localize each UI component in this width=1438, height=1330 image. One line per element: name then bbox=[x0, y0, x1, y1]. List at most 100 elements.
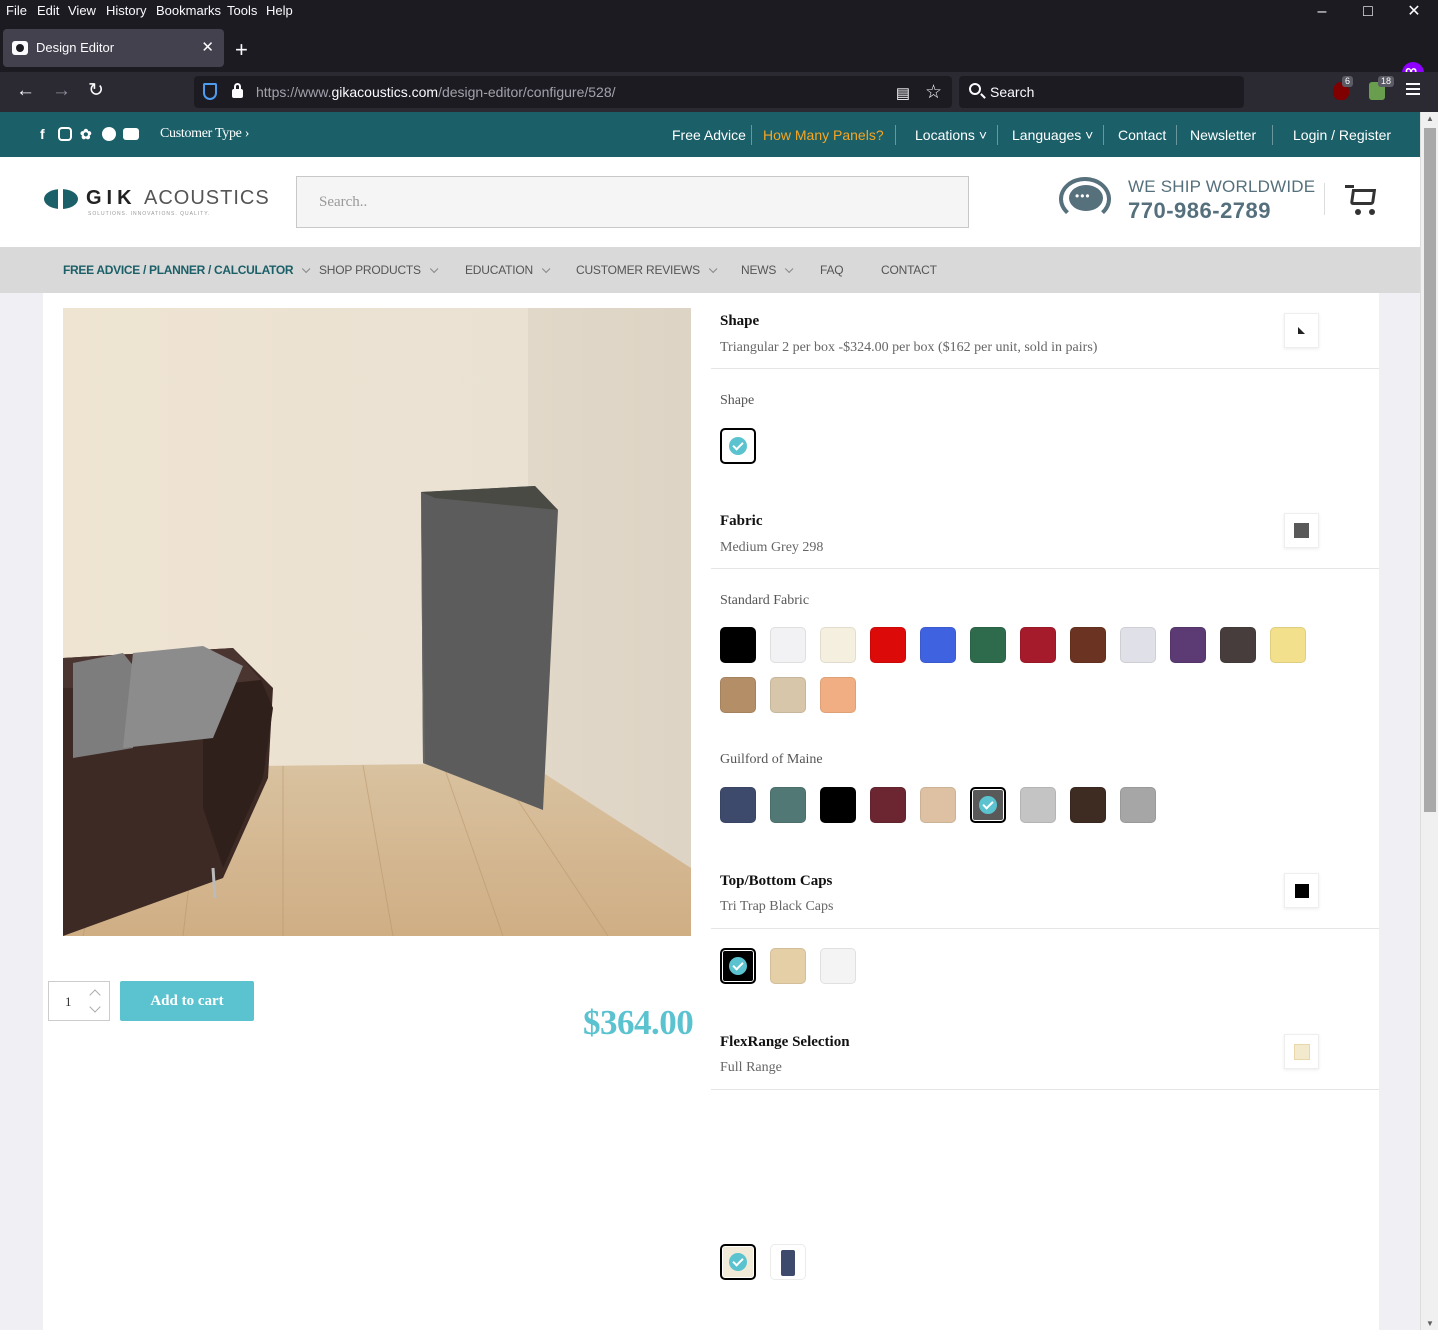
standard-fabric-swatch[interactable] bbox=[720, 677, 756, 713]
scroll-down-icon[interactable]: ▼ bbox=[1426, 1319, 1434, 1328]
guilford-fabric-swatch[interactable] bbox=[1020, 787, 1056, 823]
standard-fabric-swatch[interactable] bbox=[770, 627, 806, 663]
ublock-origin-icon[interactable]: 6 bbox=[1333, 76, 1354, 100]
add-to-cart-button[interactable]: Add to cart bbox=[120, 981, 254, 1021]
standard-fabric-swatch[interactable] bbox=[1070, 627, 1106, 663]
contact-link[interactable]: Contact bbox=[1118, 127, 1166, 143]
guilford-fabric-swatch[interactable] bbox=[1120, 787, 1156, 823]
scrollbar-thumb[interactable] bbox=[1424, 128, 1436, 812]
menu-tools[interactable]: Tools bbox=[227, 3, 257, 18]
new-tab-icon[interactable]: + bbox=[235, 39, 248, 61]
standard-fabric-swatch[interactable] bbox=[920, 627, 956, 663]
nav-shop-products[interactable]: SHOP PRODUCTS bbox=[319, 263, 439, 277]
languages-dropdown[interactable]: Languages ˅ bbox=[1012, 127, 1093, 143]
flexrange-preview-icon[interactable] bbox=[1284, 1034, 1319, 1069]
flexrange-swatch-full[interactable] bbox=[720, 1244, 756, 1280]
shape-preview-icon[interactable] bbox=[1284, 313, 1319, 348]
menu-history[interactable]: History bbox=[106, 3, 146, 18]
nav-news[interactable]: NEWS bbox=[741, 263, 794, 277]
quantity-stepper[interactable]: 1 bbox=[48, 981, 110, 1021]
nav-education[interactable]: EDUCATION bbox=[465, 263, 551, 277]
menu-view[interactable]: View bbox=[68, 3, 96, 18]
menu-edit[interactable]: Edit bbox=[37, 3, 59, 18]
maximize-icon[interactable]: □ bbox=[1356, 2, 1380, 22]
standard-fabric-swatch[interactable] bbox=[1170, 627, 1206, 663]
standard-fabric-swatch[interactable] bbox=[1020, 627, 1056, 663]
app-menu-icon[interactable] bbox=[1406, 83, 1420, 98]
caps-preview-swatch[interactable] bbox=[1284, 873, 1319, 908]
close-tab-icon[interactable]: ✕ bbox=[201, 38, 214, 56]
standard-fabric-swatch[interactable] bbox=[1270, 627, 1306, 663]
lock-icon[interactable] bbox=[232, 83, 243, 98]
standard-fabric-swatch[interactable] bbox=[870, 627, 906, 663]
url-text[interactable]: https://www.gikacoustics.com/design-edit… bbox=[256, 84, 616, 100]
guilford-fabric-swatch[interactable] bbox=[920, 787, 956, 823]
guilford-fabric-swatch[interactable] bbox=[770, 787, 806, 823]
guilford-fabric-swatch[interactable] bbox=[870, 787, 906, 823]
tab-design-editor[interactable]: Design Editor ✕ bbox=[3, 29, 224, 67]
nav-contact[interactable]: CONTACT bbox=[881, 263, 937, 277]
phone-number[interactable]: 770-986-2789 bbox=[1128, 198, 1271, 224]
guilford-fabric-swatch[interactable] bbox=[820, 787, 856, 823]
standard-fabric-swatch[interactable] bbox=[720, 627, 756, 663]
free-advice-link[interactable]: Free Advice bbox=[672, 127, 746, 143]
instagram-icon[interactable] bbox=[58, 127, 72, 141]
shape-swatch-triangular[interactable] bbox=[720, 428, 756, 464]
standard-fabric-swatch[interactable] bbox=[1220, 627, 1256, 663]
menu-help[interactable]: Help bbox=[266, 3, 293, 18]
fabric-title[interactable]: Fabric bbox=[720, 513, 763, 530]
product-preview-canvas[interactable] bbox=[63, 308, 691, 936]
reader-view-icon[interactable]: ▤ bbox=[896, 84, 910, 102]
close-window-icon[interactable]: ✕ bbox=[1402, 2, 1426, 22]
cap-color-swatch[interactable] bbox=[820, 948, 856, 984]
tracking-protection-icon[interactable] bbox=[203, 83, 217, 100]
decrement-icon[interactable] bbox=[89, 1001, 101, 1013]
newsletter-link[interactable]: Newsletter bbox=[1190, 127, 1256, 143]
guilford-fabric-swatch[interactable] bbox=[970, 787, 1006, 823]
standard-fabric-swatch[interactable] bbox=[1120, 627, 1156, 663]
site-search-input[interactable]: Search.. bbox=[296, 176, 969, 228]
reload-icon[interactable]: ↻ bbox=[88, 80, 104, 102]
cap-color-swatch[interactable] bbox=[770, 948, 806, 984]
increment-icon[interactable] bbox=[89, 989, 101, 1001]
caps-title[interactable]: Top/Bottom Caps bbox=[720, 873, 832, 890]
standard-fabric-swatch[interactable] bbox=[820, 627, 856, 663]
standard-fabric-swatch[interactable] bbox=[820, 677, 856, 713]
nav-customer-reviews[interactable]: CUSTOMER REVIEWS bbox=[576, 263, 718, 277]
bookmark-star-icon[interactable]: ☆ bbox=[925, 81, 942, 104]
pinterest-icon[interactable] bbox=[102, 127, 116, 141]
forward-icon[interactable]: → bbox=[52, 80, 71, 102]
minimize-icon[interactable]: – bbox=[1310, 2, 1334, 22]
nav-free-advice[interactable]: FREE ADVICE / PLANNER / CALCULATOR bbox=[63, 263, 311, 277]
how-many-panels-link[interactable]: How Many Panels? bbox=[763, 127, 884, 143]
flexrange-title[interactable]: FlexRange Selection bbox=[720, 1034, 850, 1051]
customer-type-link[interactable]: Customer Type › bbox=[160, 126, 249, 142]
address-bar[interactable]: https://www.gikacoustics.com/design-edit… bbox=[194, 76, 952, 108]
extension-icon[interactable]: 18 bbox=[1369, 76, 1395, 100]
browser-search-bar[interactable]: Search bbox=[959, 76, 1244, 108]
menu-bookmarks[interactable]: Bookmarks bbox=[156, 3, 221, 18]
gik-acoustics-logo[interactable]: GIK ACOUSTICS SOLUTIONS. INNOVATIONS. QU… bbox=[44, 185, 269, 219]
flexrange-swatch-alt[interactable] bbox=[770, 1244, 806, 1280]
nav-faq[interactable]: FAQ bbox=[820, 263, 844, 277]
shape-title[interactable]: Shape bbox=[720, 313, 759, 330]
facebook-icon[interactable]: f bbox=[40, 126, 45, 142]
youtube-icon[interactable] bbox=[123, 128, 139, 140]
guilford-fabric-swatch[interactable] bbox=[1070, 787, 1106, 823]
standard-fabric-swatch[interactable] bbox=[970, 627, 1006, 663]
standard-fabric-swatch[interactable] bbox=[770, 677, 806, 713]
cart-icon[interactable] bbox=[1345, 185, 1379, 217]
scroll-up-icon[interactable]: ▲ bbox=[1426, 114, 1434, 123]
guilford-fabric-swatch[interactable] bbox=[720, 787, 756, 823]
cap-color-swatch[interactable] bbox=[720, 948, 756, 984]
fabric-preview-swatch[interactable] bbox=[1284, 513, 1319, 548]
login-register-link[interactable]: Login / Register bbox=[1293, 127, 1391, 143]
menu-file[interactable]: File bbox=[6, 3, 27, 18]
page-scrollbar[interactable]: ▲ ▼ bbox=[1420, 112, 1438, 1330]
twitter-icon[interactable]: ✿ bbox=[80, 126, 92, 143]
topbar-divider bbox=[751, 125, 752, 145]
back-icon[interactable]: ← bbox=[16, 80, 35, 102]
locations-dropdown[interactable]: Locations ˅ bbox=[915, 127, 987, 143]
extension-badge: 18 bbox=[1378, 76, 1395, 87]
design-editor-content: 1 Add to cart $364.00 Shape Triangular 2… bbox=[43, 293, 1379, 1330]
